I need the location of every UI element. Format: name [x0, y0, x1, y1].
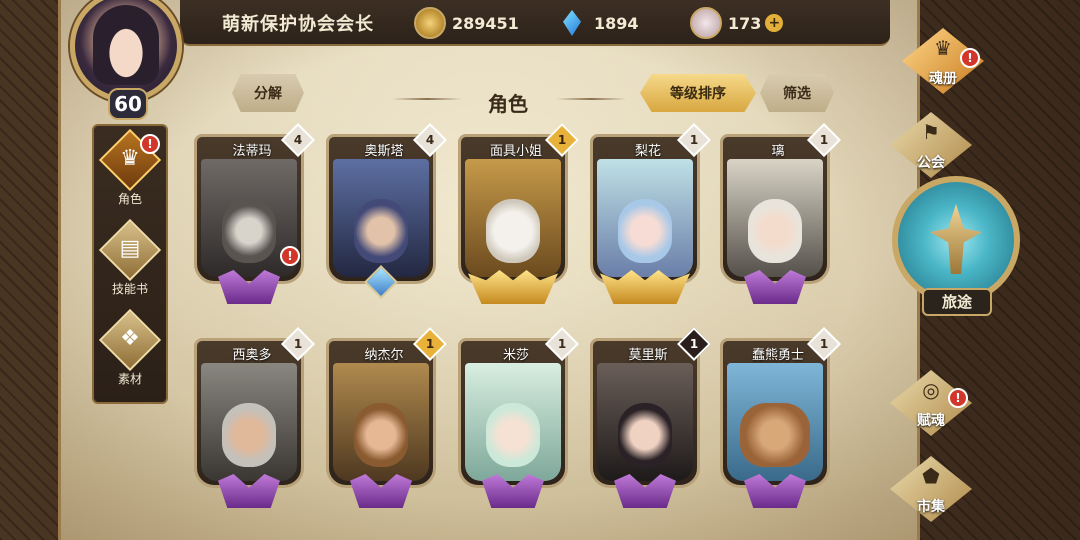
decompose-button[interactable]: 分解	[232, 74, 304, 112]
character-card[interactable]: 莫里斯 1	[590, 327, 711, 508]
character-card[interactable]: 纳杰尔 1	[326, 327, 447, 508]
soul-shard-icon	[690, 7, 722, 39]
page-title: 角色	[488, 92, 528, 116]
title-flourish-left	[392, 98, 462, 100]
gold-coin-icon	[414, 7, 446, 39]
character-portrait	[727, 363, 823, 481]
character-card[interactable]: 面具小姐 1	[458, 123, 579, 304]
endow-soul-button[interactable]: ◎ 赋魂 !	[876, 370, 986, 436]
character-portrait	[727, 159, 823, 277]
character-card[interactable]: 璃 1	[720, 123, 841, 304]
character-card[interactable]: 米莎 1	[458, 327, 579, 508]
player-name: 萌新保护协会会长	[222, 14, 374, 35]
player-avatar-frame[interactable]: 60	[62, 0, 194, 120]
character-portrait	[201, 363, 297, 481]
level-sort-button[interactable]: 等级排序	[640, 74, 756, 112]
market-button[interactable]: ⬟ 市集	[876, 456, 986, 522]
nav-item-label: 角色	[117, 192, 142, 206]
character-card[interactable]: 梨花 1	[590, 123, 711, 304]
nav-item-character[interactable]: ♛ 角色 !	[94, 128, 166, 212]
soul-book-button[interactable]: ♛ 魂册 !	[888, 28, 998, 94]
player-level-badge: 60	[108, 88, 148, 120]
character-portrait	[465, 363, 561, 481]
nav-item-material[interactable]: ❖ 素材	[94, 308, 166, 392]
crystal-value: 1894	[594, 13, 639, 33]
left-category-nav: ♛ 角色 ! ▤ 技能书 ❖ 素材	[92, 124, 168, 404]
crystal-currency: 1894	[556, 6, 639, 40]
title-flourish-right	[556, 98, 626, 100]
character-card[interactable]: 蠢熊勇士 1	[720, 327, 841, 508]
nav-item-label: 素材	[117, 372, 142, 386]
alert-badge: !	[280, 246, 300, 266]
shard-value: 173	[728, 13, 762, 33]
character-card[interactable]: 西奥多 1	[194, 327, 315, 508]
gold-value: 289451	[452, 13, 519, 33]
character-portrait	[333, 159, 429, 277]
add-shard-button[interactable]: +	[765, 14, 784, 32]
blue-crystal-icon	[556, 7, 588, 39]
journey-button[interactable]: 旅途	[892, 176, 1022, 326]
avatar[interactable]	[70, 0, 182, 102]
character-portrait	[333, 363, 429, 481]
character-card[interactable]: 奥斯塔 4	[326, 123, 447, 304]
alert-badge: !	[948, 388, 968, 408]
filter-button[interactable]: 筛选	[760, 74, 834, 112]
alert-badge: !	[960, 48, 980, 68]
guild-button[interactable]: ⚑ 公会	[876, 112, 986, 178]
nav-item-label: 技能书	[111, 282, 148, 296]
character-portrait	[597, 363, 693, 481]
shard-currency[interactable]: 173 +	[690, 6, 784, 40]
gold-currency: 289451	[414, 6, 519, 40]
character-portrait	[597, 159, 693, 277]
character-portrait	[465, 159, 561, 277]
character-card[interactable]: 法蒂玛 4 !	[194, 123, 315, 304]
alert-badge: !	[140, 134, 160, 154]
game-screen: 萌新保护协会会长 289451 1894 173 + 60 ♛ 角色 ! ▤ 技…	[0, 0, 1080, 540]
nav-item-skill-book[interactable]: ▤ 技能书	[94, 218, 166, 302]
